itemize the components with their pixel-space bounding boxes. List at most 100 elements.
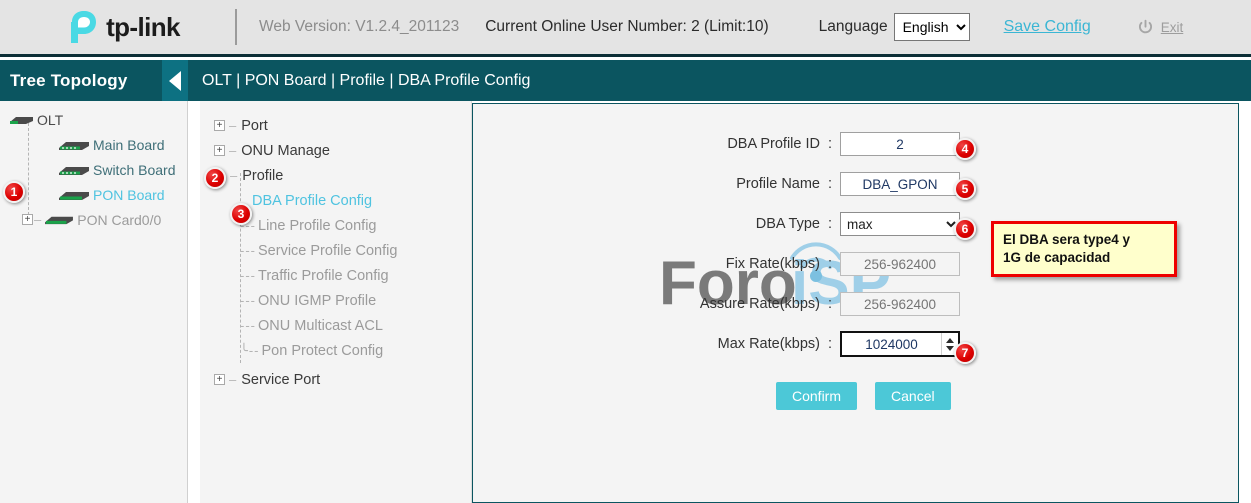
nav-item-onu-manage[interactable]: + ‒ ONU Manage: [200, 138, 471, 163]
exit-group[interactable]: Exit: [1137, 19, 1184, 36]
nav-item-label: Pon Protect Config: [262, 343, 384, 359]
max-rate-input[interactable]: [842, 336, 941, 353]
language-select[interactable]: English: [894, 13, 970, 41]
device-board-icon: [44, 213, 74, 226]
nav-item-service-profile-config[interactable]: --- Service Profile Config: [200, 238, 471, 263]
tp-link-logo-icon: [65, 10, 103, 44]
nav-item-label: Service Profile Config: [258, 243, 397, 259]
nav-item-label: Service Port: [241, 372, 320, 388]
device-olt-icon: [8, 114, 34, 126]
nav-item-label: Line Profile Config: [258, 218, 377, 234]
tree-node-label: Main Board: [93, 137, 165, 153]
spinner-down-icon[interactable]: [946, 346, 954, 351]
label-colon: :: [828, 136, 832, 152]
profile-name-label: Profile Name: [473, 176, 828, 192]
nav-branch-dots: ---: [240, 268, 256, 283]
label-colon: :: [828, 176, 832, 192]
nav-item-label: DBA Profile Config: [252, 193, 372, 209]
tree-topology-header: Tree Topology: [0, 60, 188, 101]
profile-name-input[interactable]: [840, 172, 960, 196]
nav-branch-dots: ‒: [229, 143, 237, 158]
device-board-icon: [58, 188, 90, 202]
assure-rate-label: Assure Rate(kbps): [473, 296, 828, 312]
tree-node-switch-board[interactable]: Switch Board: [0, 157, 187, 182]
nav-item-pon-protect-config[interactable]: ╰-- Pon Protect Config: [200, 338, 471, 363]
nav-item-service-port[interactable]: + ‒ Service Port: [200, 367, 471, 392]
form-button-row: Confirm Cancel: [473, 382, 1240, 410]
form-row-assure-rate: Assure Rate(kbps) :: [473, 284, 1240, 324]
annotation-badge-4: 4: [954, 138, 976, 160]
nav-expander-icon[interactable]: +: [214, 374, 225, 385]
tree-node-main-board[interactable]: Main Board: [0, 132, 187, 157]
label-colon: :: [828, 296, 832, 312]
nav-item-onu-igmp-profile[interactable]: --- ONU IGMP Profile: [200, 288, 471, 313]
profile-id-label: DBA Profile ID: [473, 136, 828, 152]
nav-branch-dots: ‒: [230, 168, 238, 183]
nav-item-label: Port: [241, 118, 268, 134]
tree-node-pon-board[interactable]: PON Board: [0, 182, 187, 207]
label-colon: :: [828, 216, 832, 232]
nav-branch-dots: ‒: [229, 372, 237, 387]
tree-expander-icon[interactable]: +: [22, 214, 33, 225]
exit-link[interactable]: Exit: [1161, 20, 1184, 35]
annotation-badge-6: 6: [954, 218, 976, 240]
fix-rate-label: Fix Rate(kbps): [473, 256, 828, 272]
nav-item-label: ONU IGMP Profile: [258, 293, 376, 309]
nav-item-onu-multicast-acl[interactable]: --- ONU Multicast ACL: [200, 313, 471, 338]
tree-topology-title: Tree Topology: [0, 71, 128, 91]
brand-logo: tp-link: [0, 0, 235, 56]
nav-item-traffic-profile-config[interactable]: --- Traffic Profile Config: [200, 263, 471, 288]
tree-node-olt[interactable]: OLT: [0, 107, 187, 132]
spinner-up-icon[interactable]: [946, 338, 954, 343]
language-selector-group: Language English: [819, 13, 970, 41]
annotation-badge-5: 5: [954, 178, 976, 200]
label-colon: :: [828, 256, 832, 272]
max-rate-spinner[interactable]: [840, 331, 960, 357]
tree-node-label: PON Card0/0: [77, 212, 161, 228]
dba-type-label: DBA Type: [473, 216, 828, 232]
nav-branch-dots: ╰--: [240, 343, 260, 359]
save-config-link[interactable]: Save Config: [1004, 18, 1091, 36]
assure-rate-input: [840, 292, 960, 316]
nav-item-label: ONU Manage: [241, 143, 330, 159]
cancel-button[interactable]: Cancel: [875, 382, 951, 410]
annotation-badge-3: 3: [230, 203, 252, 225]
tree-node-label: OLT: [37, 112, 63, 128]
profile-id-input[interactable]: [840, 132, 960, 156]
sidebar-collapse-button[interactable]: [162, 60, 188, 101]
work-area: + ‒ Port + ‒ ONU Manage ‒ Profile DBA Pr…: [188, 101, 1251, 503]
nav-branch-dots: ---: [240, 318, 256, 333]
tree-node-pon-card[interactable]: + ‒ PON Card0/0: [0, 207, 187, 232]
nav-branch-dots: ---: [240, 293, 256, 308]
fix-rate-input: [840, 252, 960, 276]
note-line-1: El DBA sera type4 y: [1003, 231, 1165, 249]
top-header-bar: tp-link Web Version: V1.2.4_201123 Curre…: [0, 0, 1251, 57]
annotation-badge-2: 2: [204, 167, 226, 189]
form-row-max-rate: Max Rate(kbps) :: [473, 324, 1240, 364]
form-row-profile-name: Profile Name :: [473, 164, 1240, 204]
confirm-button[interactable]: Confirm: [776, 382, 857, 410]
chevron-left-icon: [169, 71, 181, 91]
nav-item-label: ONU Multicast ACL: [258, 318, 383, 334]
dba-type-select[interactable]: max: [840, 212, 960, 236]
nav-item-profile[interactable]: ‒ Profile: [200, 163, 471, 188]
max-rate-label: Max Rate(kbps): [473, 336, 828, 352]
nav-item-label: Traffic Profile Config: [258, 268, 389, 284]
brand-name: tp-link: [106, 12, 180, 43]
form-row-profile-id: DBA Profile ID :: [473, 124, 1240, 164]
tree-topology-sidebar: Tree Topology OLT: [0, 60, 188, 503]
nav-expander-icon[interactable]: +: [214, 120, 225, 131]
tree-topology-body: OLT Main Board: [0, 101, 187, 232]
annotation-note: El DBA sera type4 y 1G de capacidad: [991, 221, 1177, 277]
tree-branch-dots: ‒: [34, 212, 42, 227]
config-nav-panel: + ‒ Port + ‒ ONU Manage ‒ Profile DBA Pr…: [200, 101, 472, 503]
annotation-badge-1: 1: [3, 181, 25, 203]
nav-item-label: Profile: [242, 168, 283, 184]
tree-node-label: PON Board: [93, 187, 165, 203]
main-column: OLT | PON Board | Profile | DBA Profile …: [188, 60, 1251, 503]
nav-expander-icon[interactable]: +: [214, 145, 225, 156]
dba-profile-content-panel: Foro iSP DBA Profile ID : Profile Name :: [472, 103, 1239, 503]
device-board-icon: [58, 138, 90, 152]
nav-item-port[interactable]: + ‒ Port: [200, 113, 471, 138]
label-colon: :: [828, 336, 832, 352]
